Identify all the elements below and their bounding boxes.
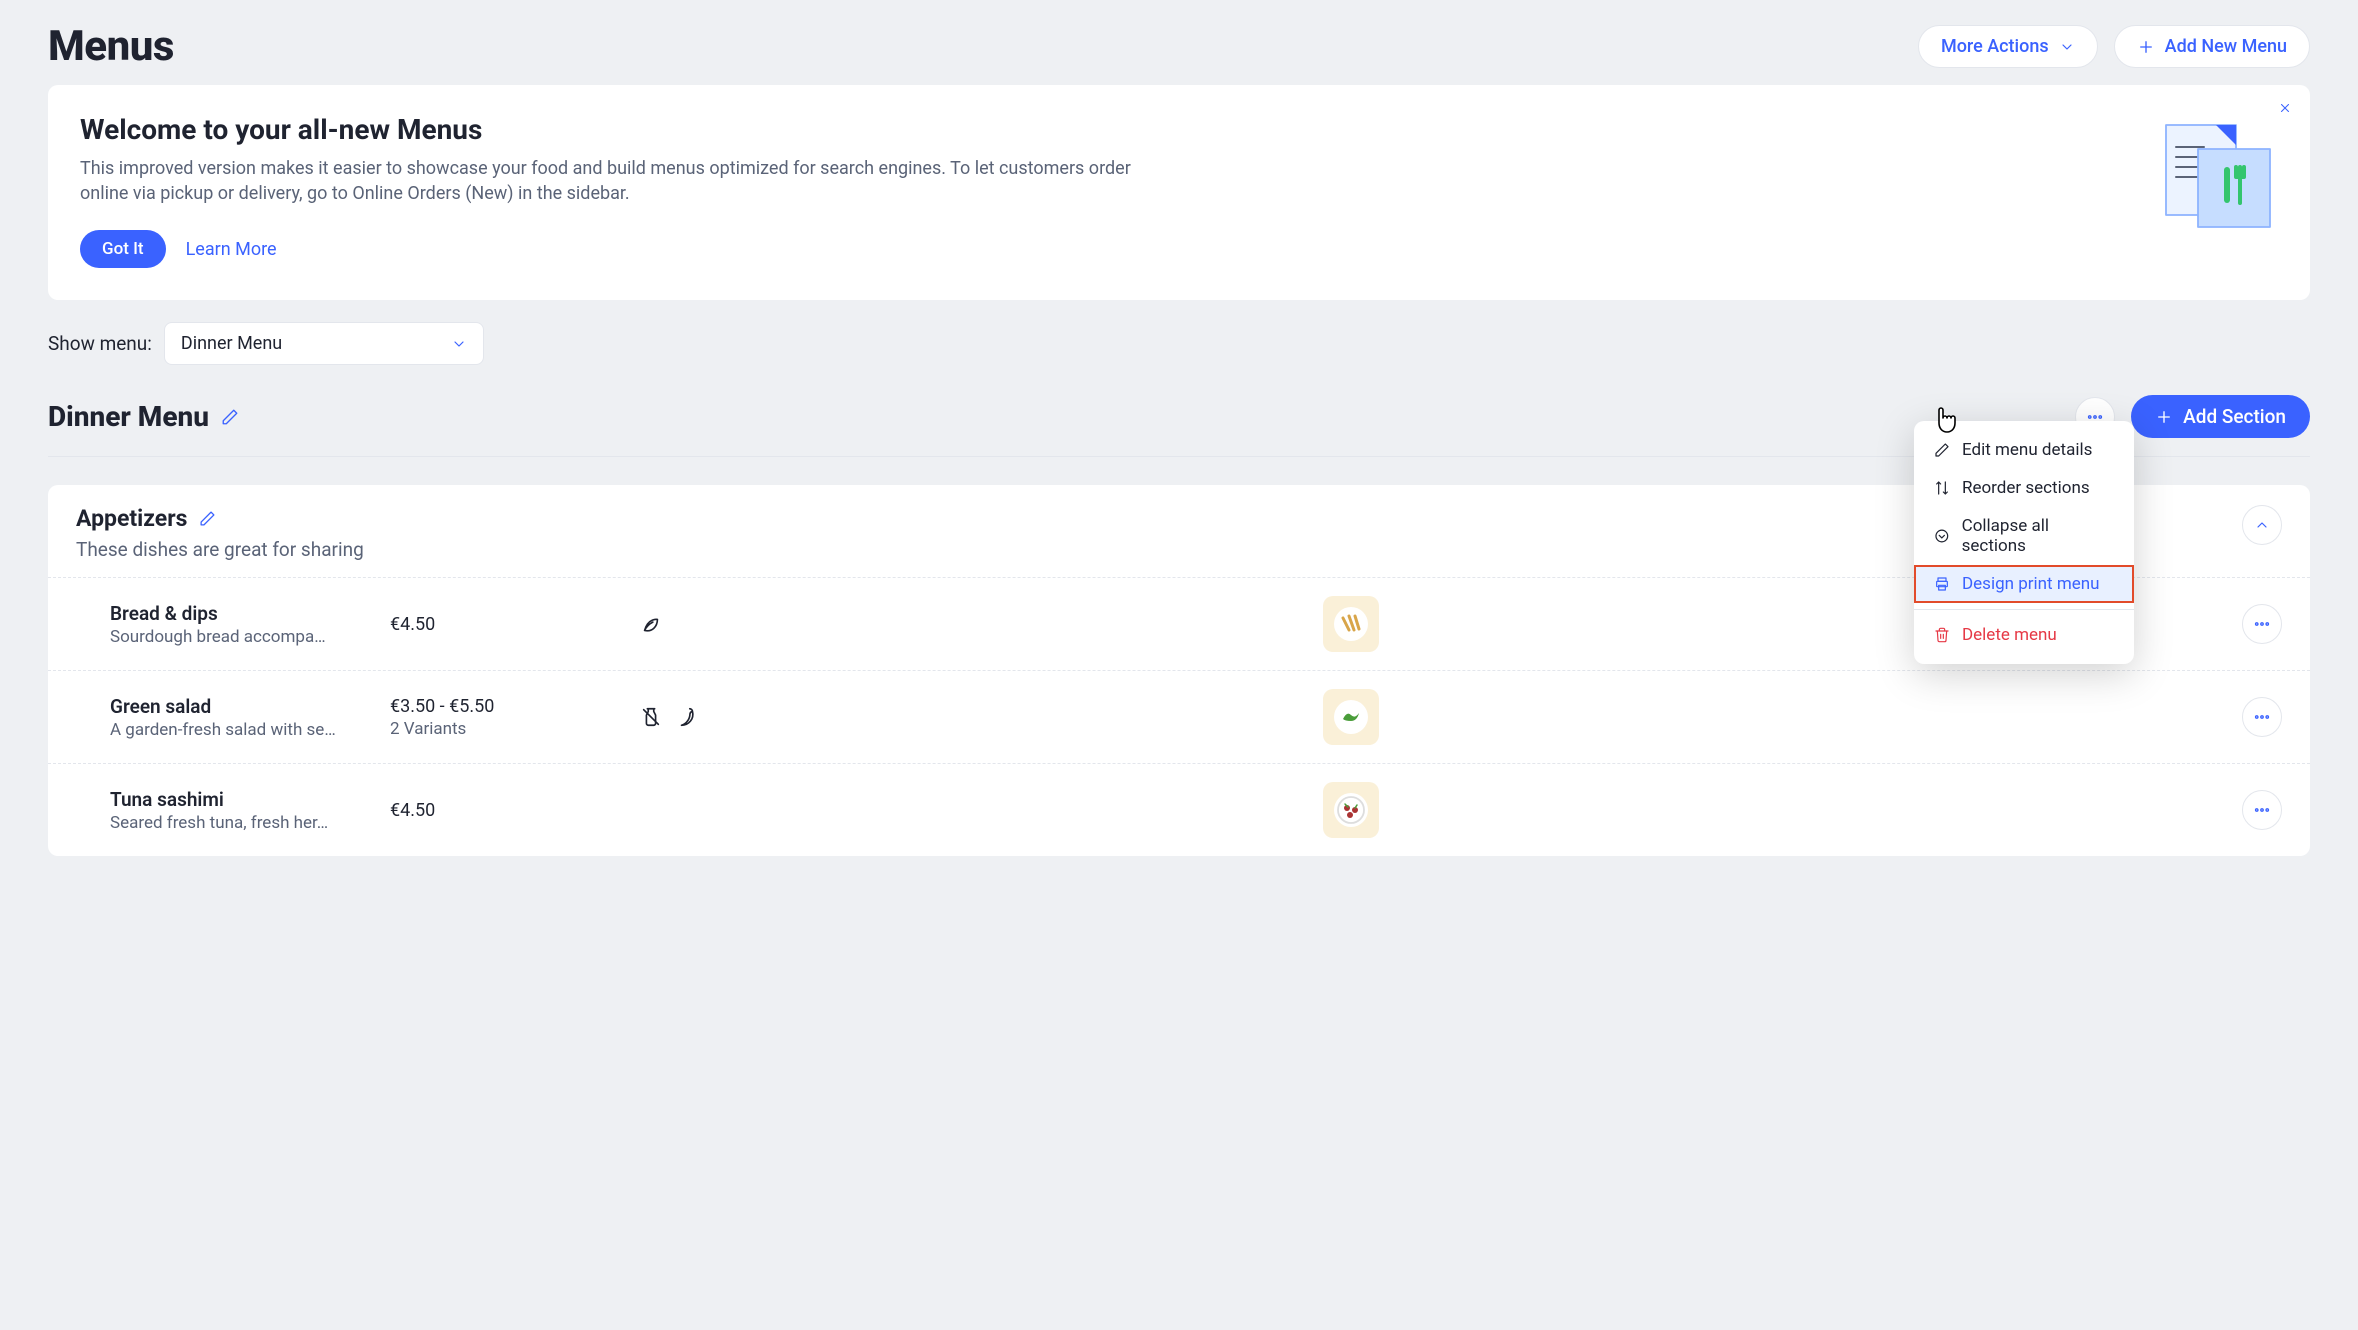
more-actions-button[interactable]: More Actions [1918, 25, 2098, 68]
dropdown-separator [1914, 609, 2134, 610]
menu-selector-value: Dinner Menu [181, 333, 282, 354]
add-new-menu-button[interactable]: Add New Menu [2114, 25, 2310, 68]
menu-selector[interactable]: Dinner Menu [164, 322, 484, 365]
pencil-icon [221, 408, 239, 426]
more-horizontal-icon [2253, 615, 2271, 633]
dropdown-reorder-label: Reorder sections [1962, 478, 2090, 498]
edit-menu-name-button[interactable] [221, 408, 239, 426]
pencil-icon [199, 510, 216, 527]
more-horizontal-icon [2253, 708, 2271, 726]
collapse-icon [1934, 528, 1950, 544]
plus-icon [2155, 408, 2173, 426]
welcome-banner: Welcome to your all-new Menus This impro… [48, 85, 2310, 300]
item-thumbnail [1323, 596, 1379, 652]
section-title: Appetizers [76, 505, 187, 532]
menu-item-row: Green salad A garden-fresh salad with se… [48, 670, 2310, 763]
dropdown-design-print[interactable]: Design print menu [1914, 565, 2134, 603]
drag-icon [76, 614, 88, 634]
item-name: Green salad [110, 695, 370, 718]
dropdown-collapse[interactable]: Collapse all sections [1914, 507, 2134, 565]
close-icon[interactable] [2278, 99, 2292, 120]
item-thumbnail [1323, 689, 1379, 745]
plus-icon [2137, 38, 2155, 56]
chili-icon [676, 706, 698, 728]
menu-name: Dinner Menu [48, 400, 209, 433]
drag-icon [76, 707, 88, 727]
reorder-icon [1934, 480, 1950, 496]
got-it-button[interactable]: Got It [80, 230, 166, 268]
drag-handle[interactable] [76, 800, 90, 820]
more-actions-label: More Actions [1941, 36, 2049, 57]
dropdown-delete-label: Delete menu [1962, 625, 2057, 645]
item-more-button[interactable] [2242, 604, 2282, 644]
printer-icon [1934, 576, 1950, 592]
collapse-section-button[interactable] [2242, 505, 2282, 545]
banner-title: Welcome to your all-new Menus [80, 113, 1170, 146]
item-more-button[interactable] [2242, 790, 2282, 830]
pencil-icon [1934, 442, 1950, 458]
item-price: €4.50 [390, 614, 620, 635]
more-horizontal-icon [2253, 801, 2271, 819]
dropdown-design-label: Design print menu [1962, 574, 2100, 594]
item-desc: Sourdough bread accompa… [110, 627, 370, 647]
menu-actions-dropdown: Edit menu details Reorder sections Colla… [1914, 421, 2134, 664]
dropdown-edit-label: Edit menu details [1962, 440, 2092, 460]
chevron-up-icon [2254, 517, 2270, 533]
item-desc: A garden-fresh salad with se… [110, 720, 370, 740]
banner-illustration [2158, 113, 2278, 238]
show-menu-label: Show menu: [48, 332, 152, 355]
dropdown-reorder[interactable]: Reorder sections [1914, 469, 2134, 507]
dropdown-delete[interactable]: Delete menu [1914, 616, 2134, 654]
drag-icon [76, 800, 88, 820]
item-name: Tuna sashimi [110, 788, 370, 811]
learn-more-link[interactable]: Learn More [186, 239, 277, 260]
drag-handle[interactable] [76, 707, 90, 727]
trash-icon [1934, 627, 1950, 643]
drag-handle[interactable] [76, 614, 90, 634]
banner-description: This improved version makes it easier to… [80, 156, 1170, 206]
dropdown-collapse-label: Collapse all sections [1962, 516, 2114, 556]
item-price: €4.50 [390, 800, 620, 821]
add-section-button[interactable]: Add Section [2131, 395, 2310, 438]
chevron-down-icon [2059, 39, 2075, 55]
item-desc: Seared fresh tuna, fresh her… [110, 813, 370, 833]
chevron-down-icon [451, 336, 467, 352]
page-title: Menus [48, 22, 174, 71]
leaf-icon [640, 613, 662, 635]
dairy-free-icon [640, 706, 662, 728]
add-new-menu-label: Add New Menu [2165, 36, 2287, 57]
item-variants: 2 Variants [390, 719, 620, 739]
menu-item-row: Tuna sashimi Seared fresh tuna, fresh he… [48, 763, 2310, 856]
section-subtitle: These dishes are great for sharing [76, 538, 364, 561]
item-thumbnail [1323, 782, 1379, 838]
item-name: Bread & dips [110, 602, 370, 625]
item-price: €3.50 - €5.50 [390, 696, 620, 717]
edit-section-title-button[interactable] [199, 510, 216, 527]
dropdown-edit-details[interactable]: Edit menu details [1914, 431, 2134, 469]
add-section-label: Add Section [2183, 405, 2286, 428]
item-more-button[interactable] [2242, 697, 2282, 737]
